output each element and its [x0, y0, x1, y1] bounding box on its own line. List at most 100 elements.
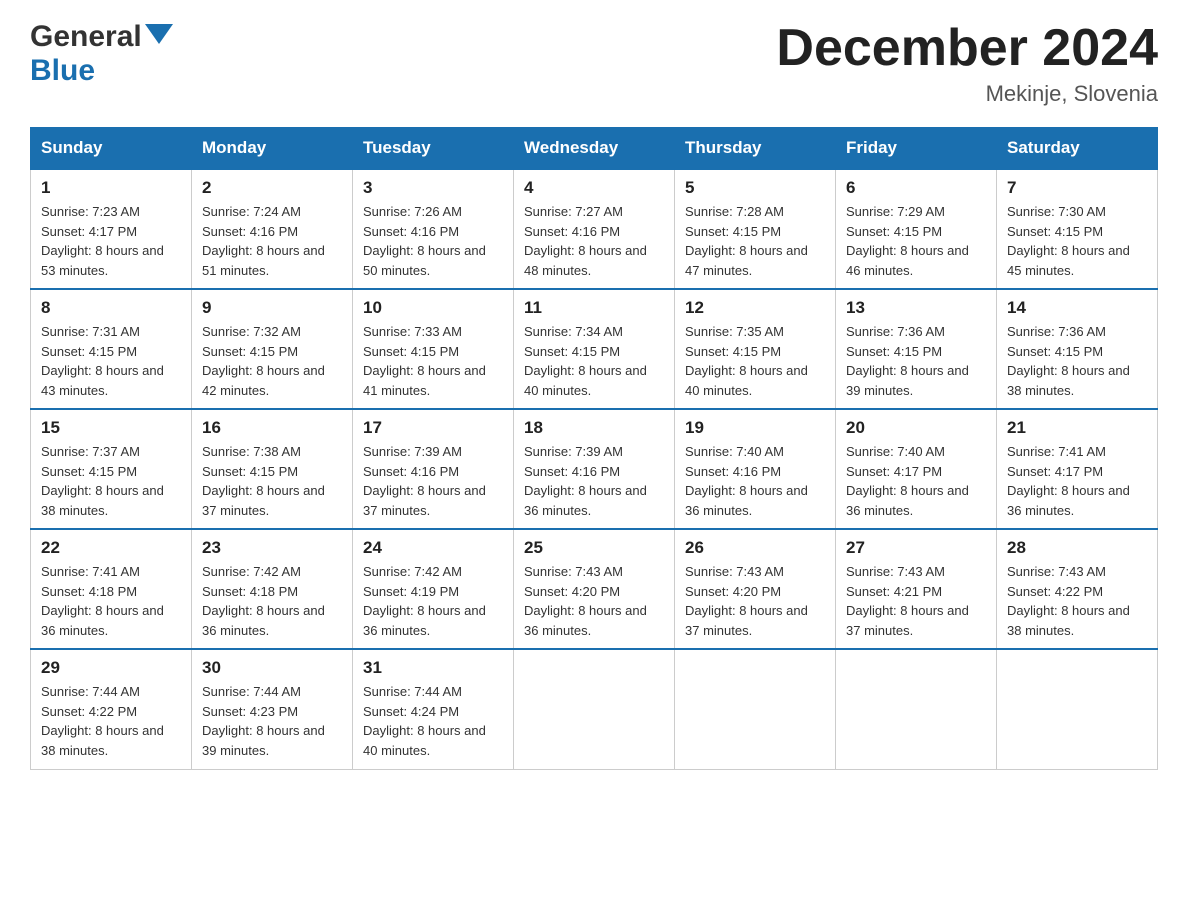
calendar-day-cell — [997, 649, 1158, 769]
sunrise-label: Sunrise: 7:27 AM — [524, 204, 623, 219]
sunset-label: Sunset: 4:15 PM — [685, 224, 781, 239]
sunset-label: Sunset: 4:16 PM — [685, 464, 781, 479]
sunset-label: Sunset: 4:15 PM — [846, 344, 942, 359]
day-info: Sunrise: 7:36 AM Sunset: 4:15 PM Dayligh… — [1007, 322, 1147, 400]
sunrise-label: Sunrise: 7:42 AM — [363, 564, 462, 579]
calendar-day-cell: 12 Sunrise: 7:35 AM Sunset: 4:15 PM Dayl… — [675, 289, 836, 409]
sunrise-label: Sunrise: 7:30 AM — [1007, 204, 1106, 219]
sunrise-label: Sunrise: 7:44 AM — [363, 684, 462, 699]
sunrise-label: Sunrise: 7:36 AM — [846, 324, 945, 339]
sunrise-label: Sunrise: 7:31 AM — [41, 324, 140, 339]
day-number: 21 — [1007, 418, 1147, 438]
calendar-day-cell: 26 Sunrise: 7:43 AM Sunset: 4:20 PM Dayl… — [675, 529, 836, 649]
calendar-day-cell: 1 Sunrise: 7:23 AM Sunset: 4:17 PM Dayli… — [31, 169, 192, 289]
day-info: Sunrise: 7:44 AM Sunset: 4:23 PM Dayligh… — [202, 682, 342, 760]
sunset-label: Sunset: 4:16 PM — [363, 224, 459, 239]
col-monday: Monday — [192, 128, 353, 170]
sunrise-label: Sunrise: 7:33 AM — [363, 324, 462, 339]
logo-blue-text: Blue — [30, 54, 95, 87]
sunset-label: Sunset: 4:16 PM — [524, 224, 620, 239]
day-number: 1 — [41, 178, 181, 198]
sunrise-label: Sunrise: 7:39 AM — [524, 444, 623, 459]
title-area: December 2024 Mekinje, Slovenia — [776, 20, 1158, 107]
daylight-label: Daylight: 8 hours and 39 minutes. — [846, 363, 969, 398]
logo: General Blue — [30, 20, 173, 88]
col-thursday: Thursday — [675, 128, 836, 170]
daylight-label: Daylight: 8 hours and 36 minutes. — [363, 603, 486, 638]
sunrise-label: Sunrise: 7:39 AM — [363, 444, 462, 459]
location: Mekinje, Slovenia — [776, 81, 1158, 107]
day-number: 6 — [846, 178, 986, 198]
calendar-day-cell: 8 Sunrise: 7:31 AM Sunset: 4:15 PM Dayli… — [31, 289, 192, 409]
day-number: 5 — [685, 178, 825, 198]
daylight-label: Daylight: 8 hours and 36 minutes. — [524, 603, 647, 638]
sunset-label: Sunset: 4:16 PM — [524, 464, 620, 479]
daylight-label: Daylight: 8 hours and 40 minutes. — [363, 723, 486, 758]
sunrise-label: Sunrise: 7:29 AM — [846, 204, 945, 219]
sunrise-label: Sunrise: 7:42 AM — [202, 564, 301, 579]
logo-general-text: General — [30, 20, 142, 54]
daylight-label: Daylight: 8 hours and 36 minutes. — [685, 483, 808, 518]
calendar-day-cell: 22 Sunrise: 7:41 AM Sunset: 4:18 PM Dayl… — [31, 529, 192, 649]
col-friday: Friday — [836, 128, 997, 170]
day-info: Sunrise: 7:42 AM Sunset: 4:19 PM Dayligh… — [363, 562, 503, 640]
day-info: Sunrise: 7:38 AM Sunset: 4:15 PM Dayligh… — [202, 442, 342, 520]
day-number: 26 — [685, 538, 825, 558]
calendar-week-row: 15 Sunrise: 7:37 AM Sunset: 4:15 PM Dayl… — [31, 409, 1158, 529]
daylight-label: Daylight: 8 hours and 42 minutes. — [202, 363, 325, 398]
calendar-day-cell: 31 Sunrise: 7:44 AM Sunset: 4:24 PM Dayl… — [353, 649, 514, 769]
sunset-label: Sunset: 4:22 PM — [41, 704, 137, 719]
day-number: 25 — [524, 538, 664, 558]
day-number: 8 — [41, 298, 181, 318]
sunrise-label: Sunrise: 7:35 AM — [685, 324, 784, 339]
calendar-table: Sunday Monday Tuesday Wednesday Thursday… — [30, 127, 1158, 770]
calendar-day-cell: 7 Sunrise: 7:30 AM Sunset: 4:15 PM Dayli… — [997, 169, 1158, 289]
page-header: General Blue December 2024 Mekinje, Slov… — [30, 20, 1158, 107]
sunset-label: Sunset: 4:18 PM — [202, 584, 298, 599]
daylight-label: Daylight: 8 hours and 41 minutes. — [363, 363, 486, 398]
day-info: Sunrise: 7:44 AM Sunset: 4:22 PM Dayligh… — [41, 682, 181, 760]
day-info: Sunrise: 7:36 AM Sunset: 4:15 PM Dayligh… — [846, 322, 986, 400]
calendar-day-cell: 16 Sunrise: 7:38 AM Sunset: 4:15 PM Dayl… — [192, 409, 353, 529]
logo-triangle-icon — [145, 24, 173, 52]
sunset-label: Sunset: 4:16 PM — [202, 224, 298, 239]
sunset-label: Sunset: 4:22 PM — [1007, 584, 1103, 599]
day-number: 19 — [685, 418, 825, 438]
sunrise-label: Sunrise: 7:44 AM — [202, 684, 301, 699]
sunrise-label: Sunrise: 7:43 AM — [846, 564, 945, 579]
sunset-label: Sunset: 4:15 PM — [363, 344, 459, 359]
month-title: December 2024 — [776, 20, 1158, 77]
calendar-day-cell: 18 Sunrise: 7:39 AM Sunset: 4:16 PM Dayl… — [514, 409, 675, 529]
sunrise-label: Sunrise: 7:43 AM — [524, 564, 623, 579]
day-number: 13 — [846, 298, 986, 318]
sunrise-label: Sunrise: 7:28 AM — [685, 204, 784, 219]
sunset-label: Sunset: 4:15 PM — [41, 464, 137, 479]
sunset-label: Sunset: 4:21 PM — [846, 584, 942, 599]
calendar-week-row: 29 Sunrise: 7:44 AM Sunset: 4:22 PM Dayl… — [31, 649, 1158, 769]
day-info: Sunrise: 7:29 AM Sunset: 4:15 PM Dayligh… — [846, 202, 986, 280]
day-info: Sunrise: 7:41 AM Sunset: 4:17 PM Dayligh… — [1007, 442, 1147, 520]
calendar-week-row: 1 Sunrise: 7:23 AM Sunset: 4:17 PM Dayli… — [31, 169, 1158, 289]
day-number: 18 — [524, 418, 664, 438]
day-info: Sunrise: 7:39 AM Sunset: 4:16 PM Dayligh… — [524, 442, 664, 520]
col-saturday: Saturday — [997, 128, 1158, 170]
daylight-label: Daylight: 8 hours and 36 minutes. — [846, 483, 969, 518]
daylight-label: Daylight: 8 hours and 38 minutes. — [1007, 603, 1130, 638]
sunrise-label: Sunrise: 7:41 AM — [1007, 444, 1106, 459]
day-number: 29 — [41, 658, 181, 678]
daylight-label: Daylight: 8 hours and 40 minutes. — [685, 363, 808, 398]
sunset-label: Sunset: 4:15 PM — [202, 464, 298, 479]
day-info: Sunrise: 7:33 AM Sunset: 4:15 PM Dayligh… — [363, 322, 503, 400]
calendar-day-cell: 10 Sunrise: 7:33 AM Sunset: 4:15 PM Dayl… — [353, 289, 514, 409]
daylight-label: Daylight: 8 hours and 37 minutes. — [363, 483, 486, 518]
daylight-label: Daylight: 8 hours and 38 minutes. — [41, 483, 164, 518]
daylight-label: Daylight: 8 hours and 51 minutes. — [202, 243, 325, 278]
day-info: Sunrise: 7:32 AM Sunset: 4:15 PM Dayligh… — [202, 322, 342, 400]
calendar-day-cell: 30 Sunrise: 7:44 AM Sunset: 4:23 PM Dayl… — [192, 649, 353, 769]
day-info: Sunrise: 7:40 AM Sunset: 4:17 PM Dayligh… — [846, 442, 986, 520]
day-info: Sunrise: 7:39 AM Sunset: 4:16 PM Dayligh… — [363, 442, 503, 520]
day-number: 22 — [41, 538, 181, 558]
day-info: Sunrise: 7:43 AM Sunset: 4:22 PM Dayligh… — [1007, 562, 1147, 640]
sunrise-label: Sunrise: 7:41 AM — [41, 564, 140, 579]
daylight-label: Daylight: 8 hours and 37 minutes. — [202, 483, 325, 518]
